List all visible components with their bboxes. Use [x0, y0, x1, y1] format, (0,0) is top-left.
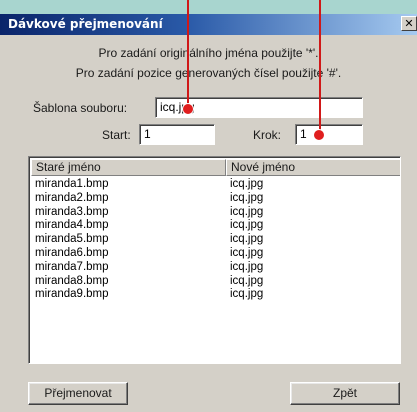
new-file-name: icq.jpg	[230, 191, 264, 204]
step-label: Krok:	[253, 128, 282, 142]
old-file-name: miranda5.bmp	[35, 233, 109, 246]
column-new-name[interactable]: Nové jméno	[226, 159, 400, 176]
callout-marker-template	[182, 103, 194, 115]
callout-marker-step	[313, 129, 325, 141]
list-item[interactable]: miranda1.bmp icq.jpg	[31, 178, 391, 191]
title-bar[interactable]: Dávkové přejmenování ✕	[0, 14, 417, 35]
old-file-name: miranda7.bmp	[35, 260, 109, 273]
batch-rename-dialog: Dávkové přejmenování ✕ Pro zadání origin…	[0, 0, 417, 412]
close-button[interactable]: ✕	[401, 16, 417, 31]
list-item[interactable]: miranda4.bmp icq.jpg	[31, 219, 391, 232]
list-item[interactable]: miranda9.bmp icq.jpg	[31, 288, 391, 301]
template-label: Šablona souboru:	[33, 101, 128, 115]
list-item[interactable]: miranda8.bmp icq.jpg	[31, 275, 391, 288]
step-input[interactable]: 1	[295, 124, 363, 145]
list-item[interactable]: miranda3.bmp icq.jpg	[31, 206, 391, 219]
list-item[interactable]: miranda6.bmp icq.jpg	[31, 247, 391, 260]
new-file-name: icq.jpg	[230, 219, 264, 232]
list-header: Staré jméno Nové jméno	[31, 159, 400, 176]
info-text-original: Pro zadání originálního jména použijte '…	[98, 46, 319, 60]
old-file-name: miranda8.bmp	[35, 274, 109, 287]
rename-list[interactable]: Staré jméno Nové jméno miranda1.bmp icq.j…	[28, 156, 401, 364]
close-icon: ✕	[404, 17, 414, 30]
old-file-name: miranda6.bmp	[35, 247, 109, 259]
callout-line-template	[187, 0, 189, 106]
new-file-name: icq.jpg	[230, 288, 264, 301]
start-input[interactable]: 1	[139, 124, 215, 145]
old-file-name: miranda4.bmp	[35, 219, 109, 232]
new-file-name: icq.jpg	[230, 178, 264, 190]
list-item[interactable]: miranda2.bmp icq.jpg	[31, 192, 391, 205]
info-text-position: Pro zadání pozice generovaných čísel pou…	[75, 66, 342, 80]
new-file-name: icq.jpg	[230, 247, 264, 259]
new-file-name: icq.jpg	[230, 274, 264, 287]
background-band	[0, 0, 417, 14]
list-item[interactable]: miranda7.bmp icq.jpg	[31, 261, 391, 274]
new-file-name: icq.jpg	[230, 205, 264, 218]
rename-button[interactable]: Přejmenovat	[28, 382, 128, 405]
old-file-name: miranda1.bmp	[35, 178, 109, 190]
window-title: Dávkové přejmenování	[8, 17, 163, 31]
start-label: Start:	[102, 128, 131, 142]
old-file-name: miranda2.bmp	[35, 191, 109, 204]
new-file-name: icq.jpg	[230, 233, 264, 246]
callout-line-step	[319, 0, 321, 133]
old-file-name: miranda9.bmp	[35, 288, 109, 301]
column-old-name[interactable]: Staré jméno	[31, 159, 226, 176]
new-file-name: icq.jpg	[230, 260, 264, 273]
old-file-name: miranda3.bmp	[35, 205, 109, 218]
back-button[interactable]: Zpět	[290, 382, 400, 405]
list-item[interactable]: miranda5.bmp icq.jpg	[31, 233, 391, 246]
